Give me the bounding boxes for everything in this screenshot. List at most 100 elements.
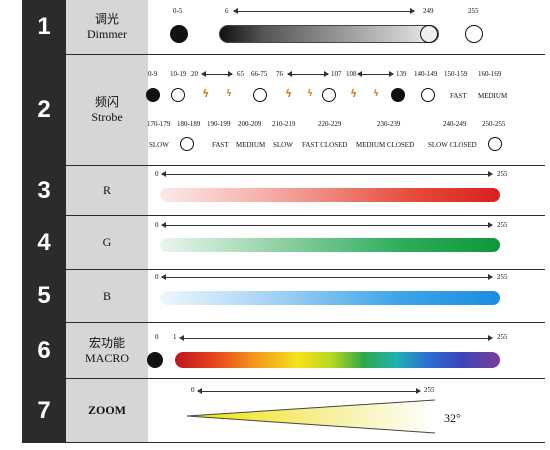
strobe-fast-label: FAST <box>450 92 467 100</box>
row-label-r: R <box>66 166 148 215</box>
row-number-5: 5 <box>22 270 66 322</box>
row-number-7: 7 <box>22 379 66 442</box>
dimmer-range-a: 0-5 <box>173 7 183 15</box>
row-number-4: 4 <box>22 216 66 269</box>
dimmer-gradient-bar <box>219 25 439 43</box>
row-label-dimmer: 调光 Dimmer <box>66 0 148 54</box>
strobe-circle <box>488 137 502 151</box>
strobe-bottom-label: FAST CLOSED <box>302 141 348 149</box>
label-en: MACRO <box>84 350 129 365</box>
lightning-icon: ϟ <box>350 87 358 100</box>
row-label-g: G <box>66 216 148 269</box>
strobe-bottom-label: MEDIUM <box>236 141 266 149</box>
zoom-beam-wedge <box>186 399 436 434</box>
strobe-range-bottom: 180-189 <box>177 120 201 128</box>
lightning-icon: ϟ <box>373 89 379 99</box>
strobe-circle-filled <box>146 88 160 102</box>
strobe-range: 65 <box>237 70 244 78</box>
lightning-icon: ϟ <box>202 87 210 100</box>
dimmer-full-circle <box>465 25 483 43</box>
strobe-range: 140-149 <box>414 70 438 78</box>
row-label-strobe: 频闪 Strobe <box>66 55 148 165</box>
label-en: G <box>102 235 112 249</box>
g-range-arrow <box>161 222 493 228</box>
strobe-circle-filled <box>391 88 405 102</box>
label-en: ZOOM <box>88 403 126 417</box>
row-label-zoom: ZOOM <box>66 379 148 442</box>
strobe-circle <box>180 137 194 151</box>
lightning-icon: ϟ <box>285 87 293 100</box>
r-min-label: 0 <box>155 170 159 178</box>
row-divider <box>22 378 545 379</box>
macro-max-label: 255 <box>497 333 508 341</box>
dimmer-start-label: 6 <box>225 7 229 15</box>
b-max-label: 255 <box>497 273 508 281</box>
g-min-label: 0 <box>155 221 159 229</box>
strobe-bottom-label: SLOW CLOSED <box>428 141 477 149</box>
row-number-6: 6 <box>22 323 66 378</box>
dimmer-range-arrow <box>233 8 415 14</box>
strobe-range: 66-75 <box>251 70 268 78</box>
strobe-range-bottom: 210-219 <box>272 120 296 128</box>
strobe-range-bottom: 230-239 <box>377 120 401 128</box>
label-en: Strobe <box>91 110 123 124</box>
label-zh: 宏功能 <box>88 335 125 350</box>
g-max-label: 255 <box>497 221 508 229</box>
macro-zero-label: 0 <box>155 333 159 341</box>
strobe-medium-label: MEDIUM <box>478 92 508 100</box>
strobe-range: 107 <box>331 70 342 78</box>
strobe-circle <box>171 88 185 102</box>
row-number-3: 3 <box>22 166 66 215</box>
row-divider <box>22 269 545 270</box>
g-gradient-bar <box>160 238 500 252</box>
dimmer-circle-end <box>420 25 438 43</box>
lightning-icon: ϟ <box>226 89 232 99</box>
strobe-range-bottom: 240-249 <box>443 120 467 128</box>
strobe-range: 10-19 <box>170 70 187 78</box>
label-zh: 频闪 <box>94 95 119 109</box>
zoom-max-label: 255 <box>424 386 435 394</box>
strobe-arrow <box>287 71 329 77</box>
strobe-range: 0-9 <box>148 70 158 78</box>
macro-range-arrow <box>179 335 493 341</box>
strobe-arrow <box>201 71 233 77</box>
label-en: B <box>102 288 111 303</box>
macro-one-label: 1 <box>173 333 177 341</box>
strobe-range: 139 <box>396 70 407 78</box>
strobe-range-bottom: 190-199 <box>207 120 231 128</box>
row-divider <box>22 54 545 55</box>
b-min-label: 0 <box>155 273 159 281</box>
row-label-macro: 宏功能 MACRO <box>66 323 148 378</box>
strobe-circle <box>322 88 336 102</box>
strobe-bottom-label: SLOW <box>273 141 293 149</box>
zoom-min-label: 0 <box>191 386 195 394</box>
row-label-b: B <box>66 270 148 322</box>
strobe-bottom-label: SLOW <box>149 141 169 149</box>
dimmer-range-b: 255 <box>468 7 479 15</box>
b-range-arrow <box>161 274 493 280</box>
r-max-label: 255 <box>497 170 508 178</box>
strobe-range-bottom: 200-209 <box>238 120 262 128</box>
r-gradient-bar <box>160 188 500 202</box>
strobe-bottom-label: FAST <box>212 141 229 149</box>
row-number-1: 1 <box>22 0 66 54</box>
strobe-range: 150-159 <box>444 70 468 78</box>
dimmer-off-circle <box>170 25 188 43</box>
row-number-2: 2 <box>22 55 66 165</box>
label-zh: 调光 <box>94 12 119 26</box>
macro-rainbow-bar <box>175 352 500 368</box>
row-divider <box>22 442 545 443</box>
zoom-range-arrow <box>197 388 421 394</box>
b-gradient-bar <box>160 291 500 305</box>
strobe-arrow <box>357 71 394 77</box>
lightning-icon: ϟ <box>307 89 313 99</box>
row-divider <box>22 165 545 166</box>
strobe-range: 108 <box>346 70 357 78</box>
strobe-circle <box>421 88 435 102</box>
strobe-circle <box>253 88 267 102</box>
strobe-range-bottom: 220-229 <box>318 120 342 128</box>
dimmer-end-label: 249 <box>423 7 434 15</box>
strobe-range: 76 <box>276 70 283 78</box>
strobe-bottom-label: MEDIUM CLOSED <box>356 141 415 149</box>
strobe-range-bottom: 170-179 <box>147 120 171 128</box>
